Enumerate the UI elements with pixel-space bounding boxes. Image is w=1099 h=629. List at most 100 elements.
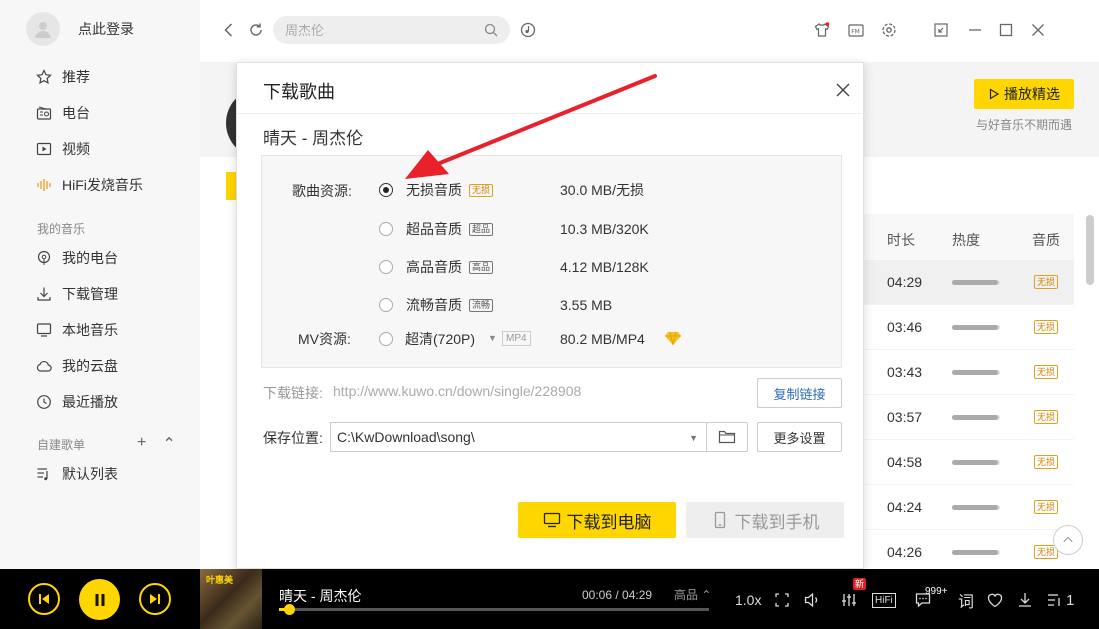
collapse-chevron-icon[interactable]: ⌃ xyxy=(162,434,175,454)
skin-button[interactable] xyxy=(812,20,832,40)
option-super[interactable]: 超品音质 超品 10.3 MB/320K xyxy=(379,219,649,239)
quality-tag: 流畅 xyxy=(469,299,494,312)
next-button[interactable] xyxy=(139,583,171,615)
caret-down-icon[interactable]: ▼ xyxy=(689,433,698,443)
option-size: 10.3 MB/320K xyxy=(560,221,649,237)
album-cover[interactable]: 叶惠美 xyxy=(200,569,262,629)
dialog-close-button[interactable] xyxy=(833,80,853,100)
heat-fill xyxy=(952,324,998,330)
option-size: 4.12 MB/128K xyxy=(560,259,649,275)
row-duration: 03:46 xyxy=(887,319,923,335)
save-path-select[interactable]: C:\KwDownload\song\ ▼ xyxy=(330,422,707,452)
option-size: 3.55 MB xyxy=(560,297,613,313)
previous-button[interactable] xyxy=(28,583,60,615)
quality-selector[interactable]: 高品 ⌃ xyxy=(674,586,711,603)
nav-local-music[interactable]: 本地音乐 xyxy=(35,320,118,340)
favorite-button[interactable] xyxy=(986,591,1004,609)
maximize-button[interactable] xyxy=(996,20,1016,40)
nav-my-radio[interactable]: 我的电台 xyxy=(35,248,118,268)
radio-button[interactable] xyxy=(379,260,393,274)
avatar[interactable] xyxy=(26,12,60,46)
save-path-value: C:\KwDownload\song\ xyxy=(337,429,475,445)
table-row[interactable]: 03:57 无损 xyxy=(864,395,1074,440)
table-row[interactable]: 03:46 无损 xyxy=(864,305,1074,350)
nav-hifi[interactable]: HiFi发烧音乐 xyxy=(35,175,143,195)
heat-bar xyxy=(952,459,1000,465)
equalizer-button[interactable] xyxy=(840,591,858,609)
search-input[interactable] xyxy=(285,22,484,38)
nav-recommend[interactable]: 推荐 xyxy=(35,67,90,87)
nav-cloud[interactable]: 我的云盘 xyxy=(35,356,118,376)
nav-downloads[interactable]: 下载管理 xyxy=(35,284,118,304)
radio-button[interactable] xyxy=(379,332,393,346)
playlist-queue-button[interactable] xyxy=(1046,591,1064,609)
progress-bar[interactable] xyxy=(279,608,709,611)
volume-button[interactable] xyxy=(803,591,821,609)
option-mv[interactable]: 超清(720P) ▼ MP4 80.2 MB/MP4 xyxy=(379,329,681,349)
nav-recent[interactable]: 最近播放 xyxy=(35,392,118,412)
mv-option-name: 超清(720P) xyxy=(405,331,476,347)
refresh-button[interactable] xyxy=(246,20,266,40)
scrollbar[interactable] xyxy=(1086,215,1094,285)
close-window-button[interactable] xyxy=(1028,20,1048,40)
mini-mode-button[interactable] xyxy=(931,20,951,40)
pause-button[interactable] xyxy=(79,579,120,620)
music-recognize-icon xyxy=(520,22,536,38)
desktop-lyrics-button[interactable] xyxy=(773,591,791,609)
add-playlist-icon[interactable]: + xyxy=(137,434,146,454)
more-settings-button[interactable]: 更多设置 xyxy=(757,422,842,452)
quality-tag: 高品 xyxy=(469,261,494,274)
table-row[interactable]: 04:58 无损 xyxy=(864,440,1074,485)
nav-label: 最近播放 xyxy=(62,394,118,410)
nav-radio[interactable]: 电台 xyxy=(35,103,90,123)
table-row[interactable]: 03:43 无损 xyxy=(864,350,1074,395)
search-icon[interactable] xyxy=(484,23,498,37)
scroll-top-button[interactable] xyxy=(1053,525,1083,555)
back-button[interactable] xyxy=(219,20,239,40)
table-row[interactable]: 04:29 无损 xyxy=(864,260,1074,305)
play-pick-button[interactable]: 播放精选 xyxy=(974,79,1074,109)
caret-down-icon[interactable]: ▼ xyxy=(488,333,497,343)
radio-button[interactable] xyxy=(379,298,393,312)
option-name: 流畅音质 xyxy=(406,297,462,313)
download-to-pc-button[interactable]: 下载到电脑 xyxy=(518,502,676,538)
nav-label: 电台 xyxy=(62,105,90,121)
login-link[interactable]: 点此登录 xyxy=(78,19,134,39)
heat-fill xyxy=(952,414,998,420)
radio-button[interactable] xyxy=(379,183,393,197)
download-to-phone-label: 下载到手机 xyxy=(734,512,820,532)
download-button[interactable] xyxy=(1016,591,1034,609)
fm-button[interactable]: FM xyxy=(846,20,866,40)
download-link-label: 下载链接: xyxy=(263,385,323,401)
mv-source-label: MV资源: xyxy=(298,331,351,347)
nav-default-playlist[interactable]: 默认列表 xyxy=(35,464,118,484)
lyrics-button[interactable]: 词 xyxy=(958,591,974,611)
option-high[interactable]: 高品音质 高品 4.12 MB/128K xyxy=(379,257,649,277)
copy-link-button[interactable]: 复制链接 xyxy=(757,378,842,408)
play-pick-label: 播放精选 xyxy=(1004,86,1060,102)
download-to-phone-button[interactable]: 下载到手机 xyxy=(686,502,844,538)
user-login[interactable]: 点此登录 xyxy=(26,12,134,46)
option-smooth[interactable]: 流畅音质 流畅 3.55 MB xyxy=(379,295,612,315)
playback-speed[interactable]: 1.0x xyxy=(735,591,761,609)
refresh-icon xyxy=(250,23,262,36)
browse-folder-button[interactable] xyxy=(706,422,748,452)
radio-button[interactable] xyxy=(379,222,393,236)
skip-previous-icon xyxy=(39,594,49,604)
option-lossless[interactable]: 无损音质 无损 30.0 MB/无损 xyxy=(379,180,644,200)
settings-button[interactable] xyxy=(879,20,899,40)
song-title: 晴天 - 周杰伦 xyxy=(263,129,364,148)
music-recognition-button[interactable] xyxy=(518,20,538,40)
now-playing-title[interactable]: 晴天 - 周杰伦 xyxy=(279,586,361,606)
playlist-tools: + ⌃ xyxy=(137,434,176,454)
search-box[interactable] xyxy=(273,16,510,44)
equalizer-icon xyxy=(842,594,856,606)
table-row[interactable]: 04:24 无损 xyxy=(864,485,1074,530)
progress-thumb[interactable] xyxy=(283,604,295,615)
option-name: 高品音质 xyxy=(406,259,462,275)
hifi-button[interactable]: HiFi xyxy=(872,593,896,608)
minimize-button[interactable] xyxy=(965,20,985,40)
fm-icon: FM xyxy=(848,24,864,37)
download-to-pc-label: 下载到电脑 xyxy=(566,512,652,532)
nav-video[interactable]: 视频 xyxy=(35,139,90,159)
